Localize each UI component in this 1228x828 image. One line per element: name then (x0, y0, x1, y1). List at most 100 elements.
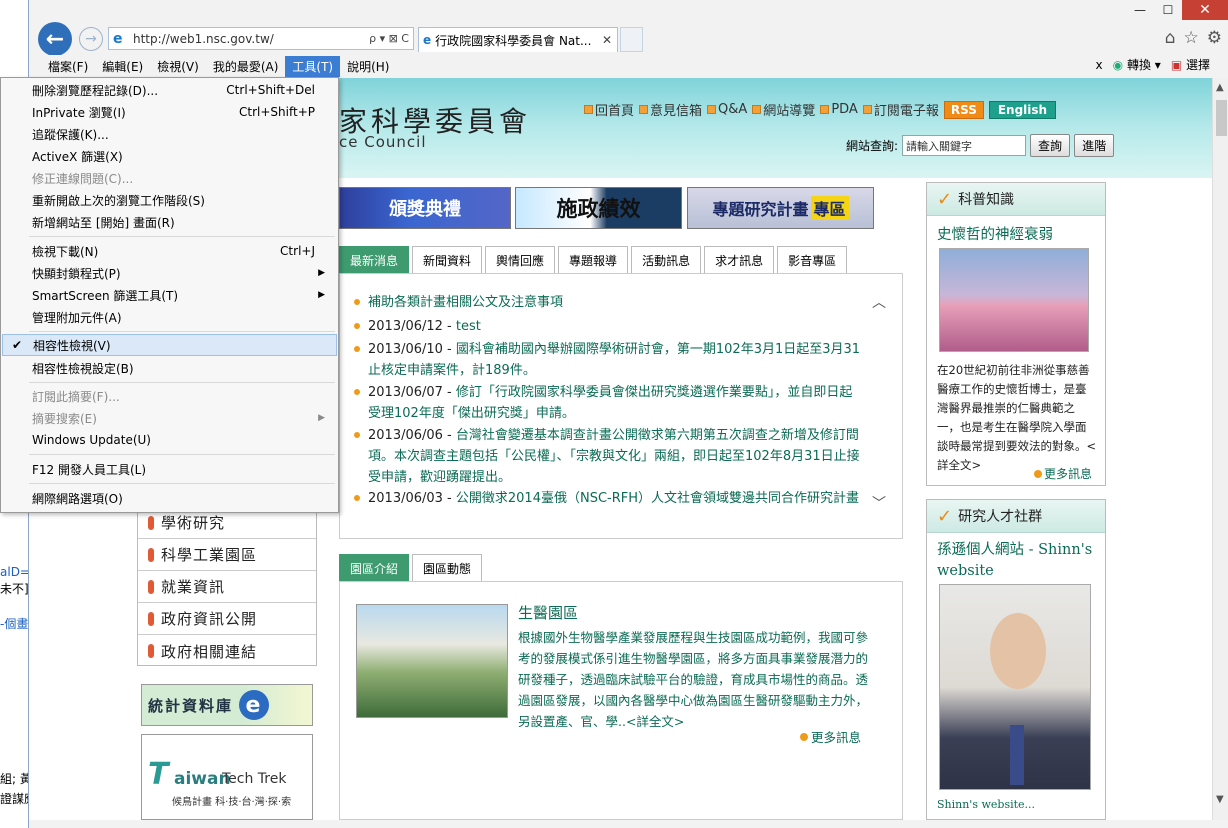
news-date: 2013/06/03 - (368, 491, 456, 506)
menu-favorites[interactable]: 我的最愛(A) (206, 56, 286, 77)
talent-title[interactable]: 孫遜個人網站 - Shinn's website (937, 540, 1102, 582)
science-more-link[interactable]: 更多訊息 (1034, 465, 1092, 482)
convert-button[interactable]: ◉ 轉換 ▾ (1113, 56, 1161, 73)
performance-banner[interactable]: 施政績效 (515, 187, 682, 229)
tab-press[interactable]: 新聞資料 (412, 246, 483, 274)
menu-reopen-session[interactable]: 重新開啟上次的瀏覽工作階段(S) (2, 189, 337, 211)
menu-delete-history[interactable]: 刪除瀏覽歷程記錄(D)... Ctrl+Shift+Del (2, 79, 337, 101)
forward-button[interactable]: → (79, 27, 103, 51)
select-button[interactable]: ▣ 選擇 (1171, 56, 1210, 73)
menu-help[interactable]: 說明(H) (340, 56, 396, 77)
search-input[interactable]: 請輸入關鍵字 (902, 135, 1027, 156)
tab-jobs[interactable]: 求才訊息 (704, 246, 775, 274)
check-icon: ✓ (937, 505, 953, 527)
back-button[interactable]: ← (38, 22, 72, 56)
menu-view[interactable]: 檢視(V) (150, 56, 206, 77)
menu-item-label: 快顯封鎖程式(P) (32, 266, 121, 281)
select-icon: ▣ (1170, 58, 1183, 72)
site-subtitle: ce Council (339, 133, 427, 151)
menu-compatibility-settings[interactable]: 相容性檢視設定(B) (2, 357, 337, 379)
talent-website-link[interactable]: Shinn's website... (937, 798, 1035, 811)
tab-title: 行政院國家科學委員會 Nat... (435, 33, 592, 48)
news-scroll-up-icon[interactable]: ︿ (872, 292, 886, 312)
news-item[interactable]: 補助各類計畫相關公文及注意事項 (354, 292, 864, 313)
scroll-down-icon[interactable]: ▼ (1216, 794, 1224, 805)
research-banner[interactable]: 專題研究計畫 專區 (687, 187, 874, 229)
tab-public-opinion[interactable]: 輿情回應 (485, 246, 556, 274)
tab-features[interactable]: 專題報導 (558, 246, 629, 274)
star-icon[interactable]: ☆ (1184, 28, 1199, 48)
address-bar[interactable]: e http://web1.nsc.gov.tw/ ρ ▾ ⊠ C (108, 27, 414, 50)
statistics-banner[interactable]: 統計資料庫 e (141, 684, 313, 726)
advanced-search-button[interactable]: 進階 (1074, 134, 1115, 157)
news-item[interactable]: 2013/06/10 - 國科會補助國內舉辦國際學術研討會，第一期102年3月1… (354, 339, 864, 381)
tab-close-icon[interactable]: ✕ (602, 33, 617, 47)
nav-employment[interactable]: 就業資訊 (138, 571, 316, 603)
menu-view-downloads[interactable]: 檢視下載(N) Ctrl+J (2, 240, 337, 262)
rss-button[interactable]: RSS (943, 100, 984, 119)
address-tools[interactable]: ρ ▾ ⊠ C (369, 32, 413, 45)
new-tab-button[interactable] (620, 27, 643, 52)
taiwan-tech-trek-banner[interactable]: T aiwan Tech Trek 候鳥計畫 科·技·台·灣·探·索 (141, 734, 313, 820)
menu-f12-dev-tools[interactable]: F12 開發人員工具(L) (2, 458, 337, 480)
tab-latest-news[interactable]: 最新消息 (339, 246, 410, 274)
link-feedback[interactable]: 意見信箱 (639, 100, 702, 119)
link-qa[interactable]: Q&A (707, 102, 747, 117)
award-banner[interactable]: 頒獎典禮 (339, 187, 511, 229)
news-item[interactable]: 2013/06/03 - 公開徵求2014臺俄（NSC-RFH）人文社會領域雙邊… (354, 488, 864, 509)
english-button[interactable]: English (988, 100, 1057, 119)
menu-inprivate[interactable]: InPrivate 瀏覽(I) Ctrl+Shift+P (2, 101, 337, 123)
menu-activex-filter[interactable]: ActiveX 篩選(X) (2, 145, 337, 167)
scroll-up-icon[interactable]: ▲ (1216, 82, 1224, 93)
bg-text-4: 組; 黃 (0, 772, 30, 786)
news-item[interactable]: 2013/06/06 - 台灣社會變遷基本調查計畫公開徵求第六期第五次調查之新增… (354, 425, 864, 488)
gear-icon[interactable]: ⚙ (1207, 28, 1222, 48)
news-item[interactable]: 2013/06/07 - 修訂「行政院國家科學委員會傑出研究獎遴選作業要點」，並… (354, 382, 864, 424)
menu-manage-addons[interactable]: 管理附加元件(A) (2, 306, 337, 328)
news-item[interactable]: 2013/06/12 - test (354, 316, 864, 337)
tab-park-news[interactable]: 園區動態 (412, 554, 483, 582)
close-command-bar-icon[interactable]: x (1096, 58, 1103, 72)
search-label: 網站查詢: (846, 139, 899, 153)
tab-media[interactable]: 影音專區 (777, 246, 848, 274)
link-sitemap[interactable]: 網站導覽 (752, 100, 815, 119)
scroll-thumb[interactable] (1216, 100, 1227, 136)
news-scroll-down-icon[interactable]: ﹀ (872, 493, 886, 513)
tab-events[interactable]: 活動訊息 (631, 246, 702, 274)
browser-tab[interactable]: e 行政院國家科學委員會 Nat... ✕ (418, 27, 618, 52)
menu-popup-blocker[interactable]: 快顯封鎖程式(P) ▶ (2, 262, 337, 284)
page-scrollbar[interactable]: ▲ ▼ (1212, 78, 1228, 820)
park-title[interactable]: 生醫園區 (518, 602, 578, 623)
menu-subscribe-feed: 訂閱此摘要(F)... (2, 385, 337, 407)
science-article-title[interactable]: 史懷哲的神經衰弱 (937, 223, 1053, 244)
menu-item-label: 刪除瀏覽歷程記錄(D)... (32, 83, 159, 98)
tab-park-intro[interactable]: 園區介紹 (339, 554, 410, 582)
address-url[interactable]: http://web1.nsc.gov.tw/ (133, 32, 369, 46)
menu-compatibility-view[interactable]: ✔ 相容性檢視(V) (2, 334, 337, 356)
menu-file[interactable]: 檔案(F) (41, 56, 95, 77)
menu-separator (29, 483, 335, 484)
research-banner-label: 專題研究計畫 (712, 200, 809, 219)
link-newsletter[interactable]: 訂閱電子報 (862, 100, 939, 119)
nav-science-park[interactable]: 科學工業園區 (138, 539, 316, 571)
menu-smartscreen[interactable]: SmartScreen 篩選工具(T) ▶ (2, 284, 337, 306)
link-newsletter-label: 訂閱電子報 (873, 104, 939, 119)
menu-tools[interactable]: 工具(T) (285, 55, 341, 77)
talent-community-box: ✓ 研究人才社群 孫遜個人網站 - Shinn's website Shinn's… (926, 499, 1106, 820)
menu-windows-update[interactable]: Windows Update(U) (2, 429, 337, 451)
park-more-link[interactable]: 更多訊息 (800, 727, 861, 746)
link-home[interactable]: 回首頁 (584, 100, 634, 119)
close-button[interactable]: ✕ (1182, 0, 1228, 20)
minimize-button[interactable]: — (1126, 0, 1154, 20)
link-pda[interactable]: PDA (820, 102, 858, 117)
menu-tracking-protection[interactable]: 追蹤保護(K)... (2, 123, 337, 145)
nav-gov-links[interactable]: 政府相關連結 (138, 635, 316, 667)
menu-add-to-start[interactable]: 新增網站至 [開始] 畫面(R) (2, 211, 337, 233)
checkmark-icon: ✔ (12, 338, 23, 352)
menu-edit[interactable]: 編輯(E) (95, 56, 150, 77)
menu-internet-options[interactable]: 網際網路選項(O) (2, 487, 337, 509)
nav-public-info[interactable]: 政府資訊公開 (138, 603, 316, 635)
search-button[interactable]: 查詢 (1030, 134, 1071, 157)
maximize-button[interactable]: ☐ (1154, 0, 1182, 20)
home-icon[interactable]: ⌂ (1165, 28, 1176, 48)
